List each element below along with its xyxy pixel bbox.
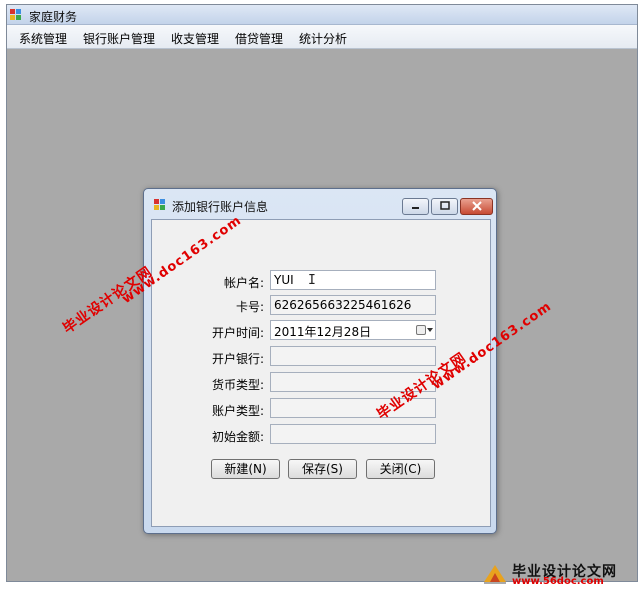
close-window-button[interactable] bbox=[460, 198, 493, 215]
maximize-icon bbox=[439, 201, 450, 212]
dialog-title: 添加银行账户信息 bbox=[172, 200, 269, 214]
logo-url: www.56doc.com bbox=[512, 576, 604, 587]
card-no-label: 卡号: bbox=[235, 300, 264, 314]
bank-input[interactable] bbox=[270, 346, 436, 366]
bank-label: 开户银行: bbox=[211, 352, 264, 366]
maximize-button[interactable] bbox=[431, 198, 458, 215]
menu-loan[interactable]: 借贷管理 bbox=[235, 30, 283, 47]
currency-label: 货币类型: bbox=[211, 378, 264, 392]
open-date-label: 开户时间: bbox=[211, 326, 264, 340]
card-no-value: 626265663225461626 bbox=[274, 298, 412, 312]
minimize-button[interactable] bbox=[402, 198, 429, 215]
account-name-label: 帐户名: bbox=[223, 276, 264, 290]
main-titlebar: 家庭财务 bbox=[7, 5, 637, 25]
account-name-input[interactable]: YUI I bbox=[270, 270, 436, 290]
save-button[interactable]: 保存(S) bbox=[288, 459, 357, 479]
close-icon bbox=[471, 200, 482, 213]
account-type-label: 账户类型: bbox=[211, 404, 264, 418]
minimize-icon bbox=[411, 201, 420, 212]
menu-income-expense[interactable]: 收支管理 bbox=[171, 30, 219, 47]
initial-amount-label: 初始金额: bbox=[211, 430, 264, 444]
menubar: 系统管理 银行账户管理 收支管理 借贷管理 统计分析 bbox=[7, 25, 637, 49]
account-name-value: YUI bbox=[274, 273, 294, 287]
card-no-input[interactable]: 626265663225461626 bbox=[270, 295, 436, 315]
menu-statistics[interactable]: 统计分析 bbox=[299, 30, 347, 47]
initial-amount-input[interactable] bbox=[270, 424, 436, 444]
dialog-app-icon bbox=[154, 199, 166, 211]
logo-mark-icon bbox=[484, 565, 506, 584]
text-cursor-icon: I bbox=[308, 273, 316, 288]
calendar-dropdown-icon[interactable] bbox=[411, 323, 433, 337]
new-button[interactable]: 新建(N) bbox=[211, 459, 280, 479]
site-logo: 毕业设计论文网 www.56doc.com bbox=[480, 560, 638, 588]
main-window-title: 家庭财务 bbox=[29, 10, 78, 24]
open-date-value: 2011年12月28日 bbox=[274, 325, 372, 339]
open-date-picker[interactable]: 2011年12月28日 bbox=[270, 320, 436, 340]
app-icon bbox=[10, 9, 22, 21]
menu-bank-account[interactable]: 银行账户管理 bbox=[83, 30, 155, 47]
menu-system[interactable]: 系统管理 bbox=[19, 30, 67, 47]
close-button[interactable]: 关闭(C) bbox=[366, 459, 435, 479]
